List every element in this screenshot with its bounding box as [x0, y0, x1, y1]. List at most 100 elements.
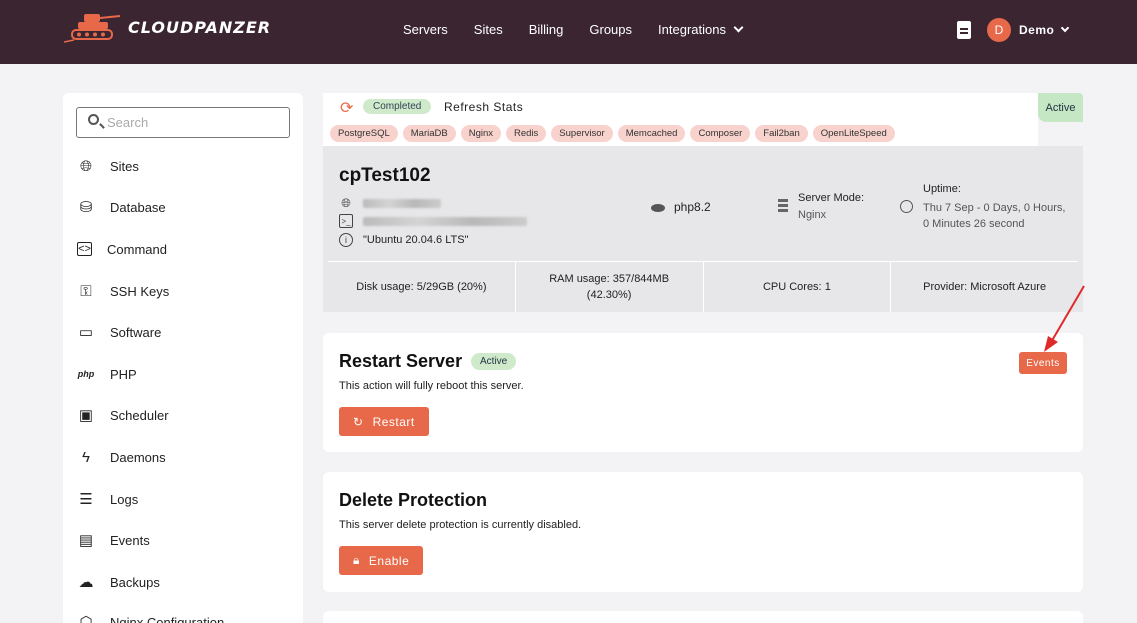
sidebar-item-ssh-keys[interactable]: ⚿ SSH Keys	[77, 280, 297, 302]
tank-logo-icon	[64, 14, 121, 43]
sidebar-item-scheduler[interactable]: ▣ Scheduler	[77, 404, 297, 426]
stat-label: RAM usage:	[549, 273, 610, 285]
sidebar-item-label: Sites	[110, 158, 139, 174]
key-icon: ⚿	[80, 282, 92, 300]
sidebar-item-label: Software	[110, 324, 162, 340]
user-name[interactable]: Demo	[1019, 23, 1054, 37]
sidebar-item-database[interactable]: ⛁ Database	[77, 196, 297, 218]
sidebar-item-label: Scheduler	[110, 407, 169, 423]
calendar-clock-icon: ▣	[78, 407, 94, 424]
refresh-stats-link[interactable]: Refresh Stats	[444, 100, 523, 114]
server-active-badge: Active	[1038, 93, 1083, 122]
tag: PostgreSQL	[330, 125, 398, 142]
stat-value: 1	[824, 281, 831, 293]
server-host-row: >_	[339, 214, 527, 228]
delete-protection-card: Delete Protection This server delete pro…	[323, 472, 1083, 592]
sidebar-item-label: Events	[110, 532, 150, 548]
restart-description: This action will fully reboot this serve…	[339, 380, 524, 392]
avatar[interactable]: D	[987, 18, 1011, 42]
server-os: "Ubuntu 20.04.6 LTS"	[363, 234, 469, 246]
nav-integrations-label: Integrations	[658, 22, 726, 37]
lock-icon: 🔒︎	[353, 553, 360, 567]
list-icon: ▤	[78, 532, 94, 549]
php-version: php8.2	[674, 200, 711, 214]
tag: Nginx	[460, 125, 501, 142]
redacted-ip	[363, 198, 441, 208]
server-stats: Disk usage: 5/29GB (20%) RAM usage: 357/…	[328, 261, 1078, 312]
software-tags: PostgreSQL MariaDB Nginx Redis Superviso…	[330, 125, 895, 142]
nav-servers[interactable]: Servers	[403, 22, 448, 37]
restart-icon: ↻	[353, 414, 364, 429]
stat-ram: RAM usage: 357/844MB (42.30%)	[515, 261, 704, 312]
tag: Redis	[506, 125, 547, 142]
server-name: cpTest102	[339, 165, 431, 186]
tag: Fail2ban	[755, 125, 808, 142]
stat-cpu: CPU Cores: 1	[703, 261, 892, 312]
sidebar-item-label: Database	[110, 199, 166, 215]
enable-button-label: Enable	[368, 553, 410, 568]
restart-button[interactable]: ↻ Restart	[339, 407, 429, 436]
sidebar-item-logs[interactable]: ☰ Logs	[77, 488, 297, 510]
sidebar-item-command[interactable]: <> Command	[77, 238, 297, 260]
uptime-value: Thu 7 Sep - 0 Days, 0 Hours, 0 Minutes 2…	[923, 202, 1066, 230]
main-nav: Servers Sites Billing Groups Integration…	[403, 22, 768, 37]
next-card	[323, 611, 1083, 623]
globe-icon: 🌐︎	[79, 157, 92, 175]
stat-label: CPU Cores:	[762, 281, 822, 293]
sidebar: 🌐︎ Sites ⛁ Database <> Command ⚿ SSH Keys ▭ S…	[63, 93, 303, 623]
php-icon: php	[77, 369, 95, 379]
delete-protection-description: This server delete protection is current…	[339, 519, 582, 531]
server-ip-row: 🌐︎	[339, 196, 441, 210]
search-input[interactable]	[107, 115, 277, 130]
sidebar-item-label: Nginx Configuration	[110, 614, 225, 623]
nav-billing[interactable]: Billing	[529, 22, 564, 37]
brand-name: CLOUDPANZER	[128, 17, 272, 37]
restart-server-card: Restart Server Active This action will f…	[323, 333, 1083, 452]
sidebar-item-php[interactable]: php PHP	[77, 363, 297, 385]
nav-groups[interactable]: Groups	[589, 22, 632, 37]
events-button[interactable]: Events	[1019, 352, 1067, 374]
stat-label: Provider:	[923, 281, 968, 293]
clock-icon	[900, 200, 913, 213]
top-navbar: CLOUDPANZER Servers Sites Billing Groups…	[0, 0, 1137, 64]
restart-button-label: Restart	[372, 414, 415, 429]
tag: Composer	[690, 125, 751, 142]
sidebar-item-sites[interactable]: 🌐︎ Sites	[77, 155, 297, 177]
database-icon: ⛁	[79, 199, 93, 216]
nav-integrations[interactable]: Integrations	[658, 22, 744, 37]
uptime-title: Uptime:	[923, 183, 961, 195]
delete-protection-title: Delete Protection	[339, 490, 488, 510]
info-icon: i	[339, 233, 353, 247]
log-icon: ☰	[79, 491, 93, 508]
sidebar-item-backups[interactable]: ☁ Backups	[77, 571, 297, 593]
sidebar-item-software[interactable]: ▭ Software	[77, 321, 297, 343]
tag: Supervisor	[551, 125, 613, 142]
server-mode-value: Nginx	[798, 209, 827, 221]
restart-title: Restart Server	[339, 351, 463, 371]
user-chevron-down-icon[interactable]	[1060, 23, 1070, 33]
sidebar-item-daemons[interactable]: ϟ Daemons	[77, 446, 297, 468]
brand-logo[interactable]: CLOUDPANZER	[64, 10, 271, 44]
search-icon	[88, 114, 99, 125]
document-icon[interactable]	[957, 21, 971, 39]
nginx-icon: ⬡	[79, 614, 93, 623]
enable-button[interactable]: 🔒︎ Enable	[339, 546, 424, 575]
status-badge: Completed	[363, 99, 432, 114]
tag: Memcached	[617, 125, 686, 142]
nav-sites[interactable]: Sites	[474, 22, 503, 37]
sidebar-item-nginx-configuration[interactable]: ⬡ Nginx Configuration	[77, 611, 297, 623]
chevron-down-icon	[733, 22, 744, 33]
search-box[interactable]	[76, 107, 290, 138]
terminal-icon: >_	[339, 214, 353, 228]
sidebar-item-label: Daemons	[110, 449, 166, 465]
sidebar-item-events[interactable]: ▤ Events	[77, 529, 297, 551]
stat-label: Disk usage:	[356, 281, 414, 293]
server-mode-title: Server Mode:	[798, 192, 865, 204]
sidebar-item-label: PHP	[110, 366, 137, 382]
monitor-icon: ▭	[78, 324, 94, 341]
server-stack-icon	[778, 199, 788, 213]
sidebar-item-label: Backups	[110, 574, 160, 590]
status-panel: ⟳ Completed Refresh Stats PostgreSQL Mar…	[323, 93, 1038, 146]
refresh-icon[interactable]: ⟳	[340, 98, 353, 118]
stat-value: 5/29GB (20%)	[416, 281, 487, 293]
